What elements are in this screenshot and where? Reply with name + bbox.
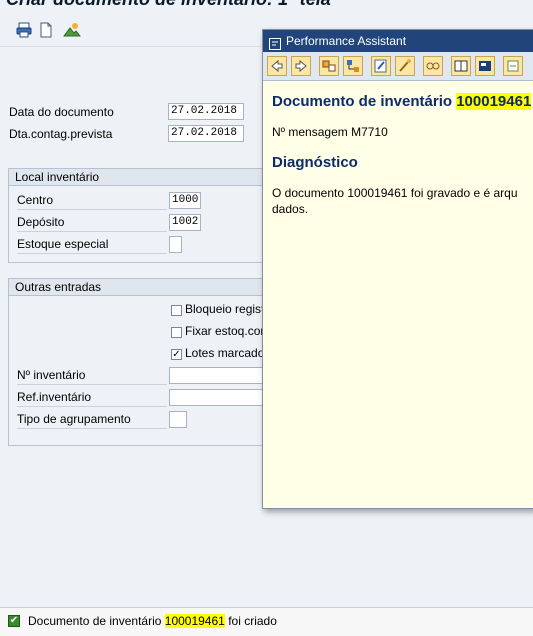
bloqueio-label: Bloqueio regist [185,302,265,316]
window-title-bar: Criar documento de inventário: 1ª tela [0,0,533,16]
outras-entradas-group: Outras entradas Bloqueio regist Fixar es… [8,278,270,446]
centro-label: Centro [17,191,167,210]
centro-field[interactable]: 1000 [169,192,201,209]
popup-body-line-2: dados. [272,202,309,216]
print-icon[interactable] [15,21,33,39]
success-check-icon: ✔ [8,615,20,627]
lotes-marcados-label: Lotes marcado [185,346,265,360]
popup-body-line-1: O documento 100019461 foi gravado e é ar… [272,186,518,200]
link-icon[interactable] [423,56,443,76]
popup-document-number: 100019461 [456,93,532,110]
help-window-icon [269,35,281,50]
outras-entradas-title: Outras entradas [9,279,269,296]
settings-icon[interactable] [503,56,523,76]
popup-toolbar [263,52,533,81]
local-inventario-group: Local inventário Centro 1000 Depósito 10… [8,168,270,263]
forward-arrow-icon[interactable] [291,56,311,76]
technical-info-icon[interactable] [395,56,415,76]
inventario-number-field[interactable] [169,367,269,384]
back-arrow-icon[interactable] [267,56,287,76]
window-title: Criar documento de inventário: 1ª tela [6,0,331,10]
status-document-number: 100019461 [164,614,225,628]
popup-message-number: Nº mensagem M7710 [272,125,388,139]
popup-diagnostic-heading: Diagnóstico [272,154,358,171]
checkmark-icon: ✓ [172,349,181,360]
document-tree-icon[interactable] [319,56,339,76]
local-inventario-title: Local inventário [9,169,269,186]
popup-heading: Documento de inventário 100019461 [272,93,532,110]
edit-icon[interactable] [371,56,391,76]
tipo-agrupamento-label: Tipo de agrupamento [17,410,167,429]
deposito-field[interactable]: 1002 [169,214,201,231]
lotes-marcados-checkbox[interactable]: ✓ [171,349,182,360]
fixar-estoque-checkbox[interactable] [171,327,182,338]
status-bar: ✔ Documento de inventário 100019461 foi … [0,607,533,636]
status-prefix: Documento de inventário [28,614,162,628]
popup-title-bar[interactable]: Performance Assistant [263,30,533,52]
inventario-number-label: Nº inventário [17,366,167,385]
estoque-especial-field[interactable] [169,236,182,253]
estoque-especial-label: Estoque especial [17,235,167,254]
deposito-label: Depósito [17,213,167,232]
performance-assistant-window: Performance Assistant Documento de inven… [262,29,533,509]
structure-icon[interactable] [343,56,363,76]
status-suffix: foi criado [228,614,277,628]
fixar-estoque-label: Fixar estoq.con [185,324,268,338]
display-mode-icon[interactable] [475,56,495,76]
popup-title: Performance Assistant [286,34,407,48]
count-date-field[interactable]: 27.02.2018 [168,125,244,142]
tipo-agrupamento-field[interactable] [169,411,187,428]
book-icon[interactable] [451,56,471,76]
popup-heading-text: Documento de inventário [272,93,453,110]
doc-date-field[interactable]: 27.02.2018 [168,103,244,120]
count-date-label: Dta.contag.prevista [9,127,113,141]
new-document-icon[interactable] [37,21,55,39]
ref-inventario-label: Ref.inventário [17,388,167,407]
bloqueio-checkbox[interactable] [171,305,182,316]
image-icon[interactable] [63,21,82,39]
ref-inventario-field[interactable] [169,389,269,406]
status-message[interactable]: Documento de inventário 100019461 foi cr… [28,614,277,628]
doc-date-label: Data do documento [9,105,114,119]
